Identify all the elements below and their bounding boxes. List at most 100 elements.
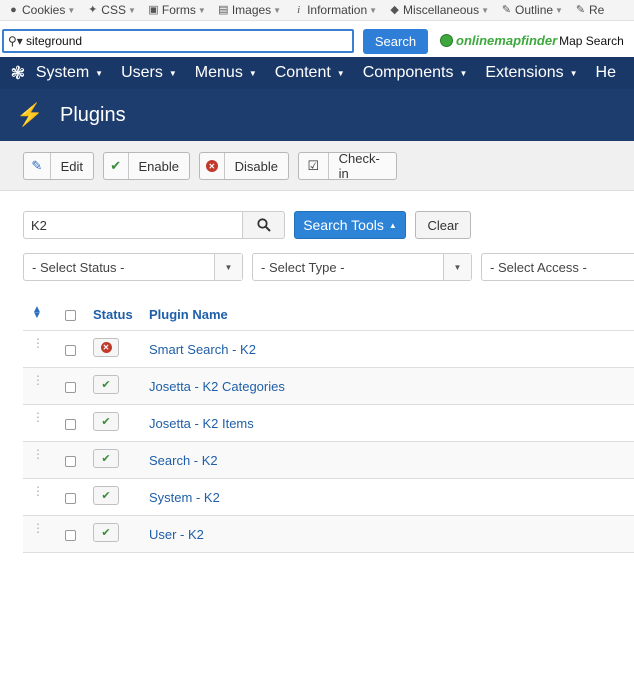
toolbar-outline[interactable]: ✎ Outline ▼ [501, 3, 563, 17]
search-button[interactable]: Search [363, 29, 428, 54]
drag-handle-icon[interactable]: ⋮ [32, 485, 44, 497]
nav-users[interactable]: Users ▼ [121, 64, 177, 82]
plugin-name-link[interactable]: User - K2 [149, 527, 204, 542]
edit-button[interactable]: ✎ Edit [23, 152, 94, 180]
row-checkbox[interactable] [65, 381, 76, 396]
brand-online: online [456, 33, 495, 48]
chevron-down-icon: ▼ [555, 5, 563, 15]
nav-components[interactable]: Components ▼ [363, 64, 468, 82]
globe-icon [440, 34, 453, 47]
onlinemapfinder-link[interactable]: online mapfinder Map Search [440, 33, 624, 48]
enabled-check-icon: ✔ [93, 486, 119, 505]
edit-button-label: Edit [60, 158, 83, 174]
info-icon: i [297, 3, 301, 16]
toolbar-miscellaneous[interactable]: ◆ Miscellaneous ▼ [389, 3, 489, 17]
enable-button[interactable]: ✔ Enable [103, 152, 190, 180]
select-type-dropdown[interactable]: - Select Type - ▼ [252, 253, 472, 281]
nav-menus-label: Menus [194, 64, 243, 81]
drag-handle-icon[interactable]: ⋮ [32, 411, 44, 423]
search-tools-button[interactable]: Search Tools ▲ [294, 211, 406, 239]
plugin-name-link[interactable]: Josetta - K2 Items [149, 416, 254, 431]
status-toggle[interactable]: ✔ [93, 412, 119, 431]
chevron-down-icon: ▼ [127, 5, 136, 15]
row-checkbox[interactable] [65, 529, 76, 544]
page-title: Plugins [60, 103, 126, 126]
chevron-down-icon: ▼ [67, 5, 76, 15]
nav-system[interactable]: System ▼ [36, 64, 103, 82]
toolbar-information[interactable]: i Information ▼ [293, 3, 377, 17]
select-access-dropdown[interactable]: - Select Access - [481, 253, 634, 281]
drag-handle-icon[interactable]: ⋮ [32, 337, 44, 349]
map-search-label: Map Search [559, 33, 624, 48]
search-submit-button[interactable] [242, 211, 285, 239]
joomla-logo-icon[interactable]: ❃ [0, 57, 36, 89]
select-access-value: - Select Access - [490, 259, 587, 275]
filter-search-input[interactable]: K2 [23, 211, 243, 239]
checkbox-icon: ☑ [299, 153, 329, 179]
search-input[interactable]: ⚲▾ siteground [2, 29, 354, 53]
briefcase-icon: ▣ [148, 3, 159, 16]
check-all-checkbox[interactable] [65, 309, 76, 324]
status-toggle[interactable]: ✔ [93, 449, 119, 468]
enabled-check-icon: ✔ [93, 449, 119, 468]
chevron-down-icon: ▼ [197, 5, 206, 15]
row-checkbox[interactable] [65, 418, 76, 433]
name-column-header[interactable]: Plugin Name [149, 307, 228, 322]
nav-menus[interactable]: Menus ▼ [195, 64, 257, 82]
page-header: ⚡ Plugins [0, 89, 634, 141]
status-toggle[interactable]: ✕ [93, 338, 119, 357]
nav-extensions[interactable]: Extensions ▼ [485, 64, 577, 82]
web-developer-toolbar: ● Cookies ▼ ✦ CSS ▼ ▣ Forms ▼ ▤ Images ▼ i Inform… [0, 0, 634, 21]
toolbar-cookies-label: Cookies [22, 3, 66, 17]
toolbar-forms[interactable]: ▣ Forms ▼ [148, 3, 206, 17]
drag-handle-icon[interactable]: ⋮ [32, 374, 44, 386]
toolbar-css[interactable]: ✦ CSS ▼ [87, 3, 136, 17]
status-column-header[interactable]: Status [93, 307, 133, 322]
plugin-name-link[interactable]: Smart Search - K2 [149, 342, 256, 357]
search-query: siteground [26, 34, 83, 48]
chevron-down-icon: ▼ [369, 5, 378, 15]
nav-content[interactable]: Content ▼ [275, 64, 345, 82]
nav-help[interactable]: He [596, 64, 616, 82]
plugin-name-link[interactable]: Search - K2 [149, 453, 218, 468]
toolbar-css-label: CSS [101, 3, 126, 17]
table-row: ⋮ ✕ Smart Search - K2 [23, 331, 634, 368]
search-icon: ⚲▾ [8, 34, 23, 48]
nav-content-label: Content [274, 64, 331, 81]
status-toggle[interactable]: ✔ [93, 523, 119, 542]
row-checkbox[interactable] [65, 455, 76, 470]
table-header: ▲ ▼ Status Plugin Name [23, 297, 634, 331]
search-tools-label: Search Tools [303, 217, 384, 233]
table-row: ⋮ ✔ Josetta - K2 Items [23, 405, 634, 442]
drag-handle-icon[interactable]: ⋮ [32, 448, 44, 460]
status-toggle[interactable]: ✔ [93, 486, 119, 505]
caret-down-icon: ▼ [336, 68, 345, 78]
table-row: ⋮ ✔ Josetta - K2 Categories [23, 368, 634, 405]
table-row: ⋮ ✔ Search - K2 [23, 442, 634, 479]
toolbar-miscellaneous-label: Miscellaneous [403, 3, 480, 17]
chevron-down-icon: ▼ [273, 5, 282, 15]
chevron-down-icon: ▼ [481, 5, 490, 15]
plugin-name-link[interactable]: System - K2 [149, 490, 220, 505]
admin-navbar: ❃ System ▼ Users ▼ Menus ▼ Content ▼ Compone… [0, 57, 634, 89]
nav-users-label: Users [121, 64, 163, 81]
plugin-name-link[interactable]: Josetta - K2 Categories [149, 379, 285, 394]
caret-down-icon: ▼ [459, 68, 468, 78]
toolbar-cookies[interactable]: ● Cookies ▼ [8, 3, 75, 17]
row-checkbox[interactable] [65, 344, 76, 359]
status-toggle[interactable]: ✔ [93, 375, 119, 394]
wand-icon: ✦ [88, 3, 98, 16]
ordering-sort-icon[interactable]: ▲ ▼ [32, 305, 42, 321]
table-row: ⋮ ✔ User - K2 [23, 516, 634, 553]
drag-handle-icon[interactable]: ⋮ [32, 522, 44, 534]
toolbar-images[interactable]: ▤ Images ▼ [218, 3, 281, 17]
marker-icon: ✎ [575, 3, 586, 16]
row-checkbox[interactable] [65, 492, 76, 507]
select-status-dropdown[interactable]: - Select Status - ▼ [23, 253, 243, 281]
clear-button[interactable]: Clear [415, 211, 471, 239]
pencil-icon: ✎ [501, 3, 512, 16]
disable-button[interactable]: ✕ Disable [199, 152, 289, 180]
checkin-button[interactable]: ☑ Check-in [298, 151, 397, 181]
toolbar-resize[interactable]: ✎ Re [575, 3, 604, 17]
toolbar-resize-label: Re [588, 3, 605, 17]
